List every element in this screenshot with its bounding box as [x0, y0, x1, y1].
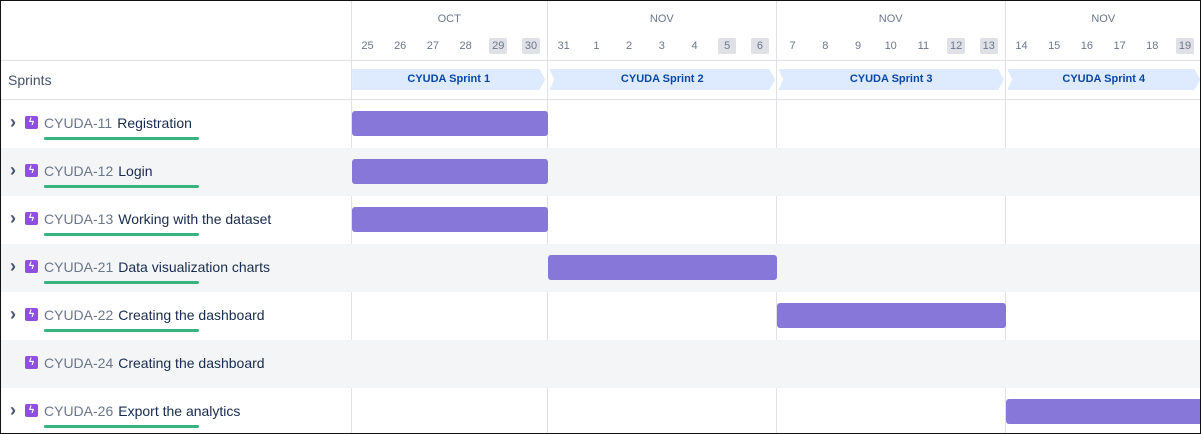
issue-key-text[interactable]: CYUDA-13: [44, 211, 113, 227]
day-label: 26: [394, 40, 407, 52]
day-label: 13: [979, 38, 998, 54]
issue-key[interactable]: CYUDA-22 Creating the dashboard: [44, 307, 265, 323]
epic-icon: ϟ: [25, 212, 38, 225]
progress-bar: [44, 137, 199, 140]
chevron-right-icon[interactable]: ›: [7, 401, 19, 419]
day-label: 6: [750, 38, 769, 54]
sprint-pill[interactable]: CYUDA Sprint 4: [1007, 69, 1200, 90]
month-label: OCT: [437, 13, 461, 25]
epic-icon: ϟ: [25, 164, 38, 177]
day-label: 29: [489, 38, 508, 54]
day-label: 4: [691, 40, 698, 52]
day-label: 5: [718, 38, 737, 54]
issue-key-text[interactable]: CYUDA-22: [44, 307, 113, 323]
epic-icon: ϟ: [25, 116, 38, 129]
day-label: 28: [459, 40, 472, 52]
day-label: 9: [854, 40, 862, 52]
issue-key[interactable]: CYUDA-24 Creating the dashboard: [44, 355, 265, 371]
issue-key-text[interactable]: CYUDA-24: [44, 355, 113, 371]
issue-row[interactable]: ϟ CYUDA-24 Creating the dashboard: [1, 340, 352, 388]
issue-key-text[interactable]: CYUDA-11: [44, 115, 112, 131]
issue-summary[interactable]: Working with the dataset: [118, 211, 271, 227]
schedule-bar[interactable]: [352, 111, 549, 136]
issue-key-text[interactable]: CYUDA-21: [44, 259, 113, 275]
day-label: 2: [626, 40, 633, 52]
day-label: 11: [917, 40, 930, 52]
sprint-pill[interactable]: CYUDA Sprint 1: [352, 69, 545, 90]
chevron-right-icon[interactable]: ›: [7, 305, 19, 323]
schedule-bar[interactable]: [352, 207, 549, 232]
issue-key[interactable]: CYUDA-13 Working with the dataset: [44, 211, 271, 227]
epic-icon: ϟ: [25, 356, 38, 369]
issue-list-header: [1, 1, 351, 61]
issue-row[interactable]: › ϟ CYUDA-12 Login: [1, 148, 352, 196]
roadmap-view: Sprints › ϟ CYUDA-11 Registration › ϟ CYUDA-12…: [0, 0, 1201, 434]
timeline-row: [352, 340, 1200, 388]
day-label: 25: [361, 40, 374, 52]
day-label: 8: [822, 40, 829, 52]
issue-key[interactable]: CYUDA-12 Login: [44, 163, 153, 179]
day-label: 16: [1080, 40, 1094, 52]
chevron-right-icon[interactable]: ›: [7, 161, 19, 179]
timeline-grid: OCT NOV NOV NOV 25 26 27 28 29 30 31 1 2 3 4 5 6 7 8 9 10 11 1…: [352, 1, 1200, 433]
schedule-bar[interactable]: [352, 159, 549, 184]
progress-bar: [44, 185, 199, 188]
month-label: NOV: [1091, 13, 1116, 25]
issue-summary[interactable]: Login: [118, 163, 152, 179]
sprints-label: Sprints: [8, 72, 52, 88]
schedule-bar[interactable]: [1006, 399, 1200, 424]
sprints-row-label: Sprints: [1, 61, 351, 100]
progress-bar: [44, 281, 199, 284]
issue-list-panel: Sprints › ϟ CYUDA-11 Registration › ϟ CYUDA-12…: [1, 1, 352, 433]
day-label: 18: [1146, 40, 1159, 52]
epic-icon: ϟ: [25, 308, 38, 321]
sprint-row: CYUDA Sprint 1 CYUDA Sprint 2 CYUDA Sprint…: [352, 61, 1200, 100]
day-label: 17: [1113, 40, 1126, 52]
sprint-pill[interactable]: CYUDA Sprint 3: [778, 69, 1004, 90]
month-label: NOV: [649, 13, 674, 25]
chevron-right-icon[interactable]: ›: [7, 257, 19, 275]
schedule-bar[interactable]: [548, 255, 778, 280]
issue-key-text[interactable]: CYUDA-26: [44, 403, 113, 419]
issue-row[interactable]: › ϟ CYUDA-26 Export the analytics: [1, 388, 352, 433]
epic-icon: ϟ: [25, 260, 38, 273]
issue-key[interactable]: CYUDA-11 Registration: [44, 115, 192, 131]
timeline-header: OCT NOV NOV NOV 25 26 27 28 29 30 31 1 2 3 4 5 6 7 8 9 10 11 1…: [352, 1, 1200, 61]
epic-icon: ϟ: [25, 404, 38, 417]
day-label: 30: [522, 38, 540, 54]
progress-bar: [44, 329, 199, 332]
issue-summary[interactable]: Creating the dashboard: [118, 307, 264, 323]
day-label: 31: [557, 40, 570, 52]
day-label: 19: [1176, 38, 1194, 54]
issue-row[interactable]: › ϟ CYUDA-21 Data visualization charts: [1, 244, 352, 292]
day-label: 14: [1015, 40, 1028, 52]
issue-row[interactable]: › ϟ CYUDA-13 Working with the dataset: [1, 196, 352, 244]
schedule-bar[interactable]: [777, 303, 1007, 328]
issue-summary[interactable]: Export the analytics: [118, 403, 240, 419]
progress-bar: [44, 233, 199, 236]
issue-row[interactable]: › ϟ CYUDA-11 Registration: [1, 100, 352, 148]
day-label: 10: [884, 40, 897, 52]
chevron-right-icon[interactable]: ›: [7, 209, 19, 227]
issue-key[interactable]: CYUDA-26 Export the analytics: [44, 403, 240, 419]
sprint-pill[interactable]: CYUDA Sprint 2: [549, 69, 775, 90]
day-label: 3: [658, 40, 665, 52]
day-label: 15: [1048, 40, 1061, 52]
issue-summary[interactable]: Creating the dashboard: [118, 355, 264, 371]
day-label: 1: [593, 40, 600, 52]
day-label: 27: [426, 40, 440, 52]
day-label: 12: [947, 38, 966, 54]
issue-key[interactable]: CYUDA-21 Data visualization charts: [44, 259, 270, 275]
chevron-right-icon[interactable]: ›: [7, 113, 19, 131]
month-label: NOV: [878, 13, 903, 25]
issue-key-text[interactable]: CYUDA-12: [44, 163, 113, 179]
issue-summary[interactable]: Registration: [117, 115, 192, 131]
day-label: 7: [789, 40, 796, 52]
issue-summary[interactable]: Data visualization charts: [118, 259, 270, 275]
issue-row[interactable]: › ϟ CYUDA-22 Creating the dashboard: [1, 292, 352, 340]
progress-bar: [44, 425, 199, 428]
